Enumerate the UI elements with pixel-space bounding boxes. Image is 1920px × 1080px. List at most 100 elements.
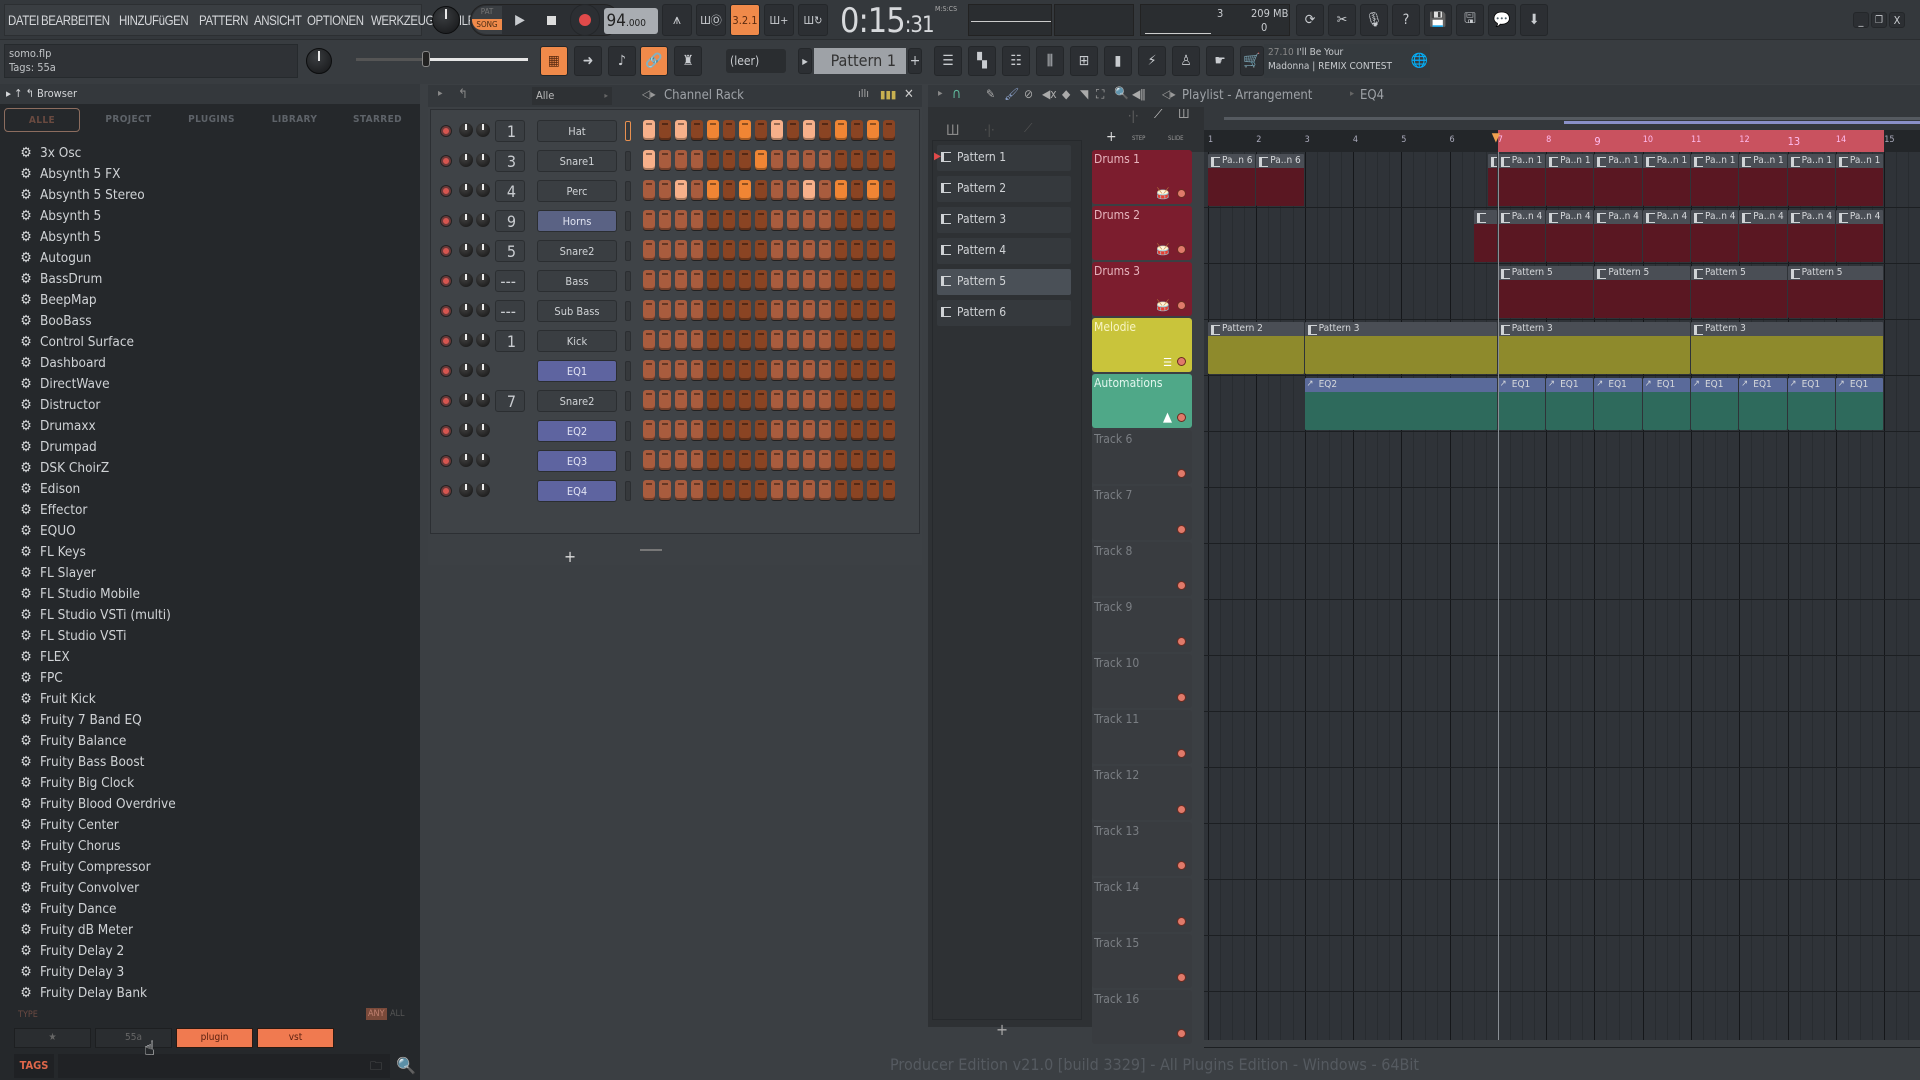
track-mute-button[interactable] — [1177, 413, 1186, 422]
step-button[interactable] — [803, 480, 815, 500]
track-header[interactable]: Track 14 — [1092, 878, 1192, 932]
step-button[interactable] — [739, 180, 751, 200]
pattern-item[interactable]: Pattern 3 — [937, 207, 1071, 233]
step-button[interactable] — [883, 120, 895, 140]
channel-volume-knob[interactable] — [476, 153, 490, 167]
up-arrow-icon[interactable]: ↑ — [14, 87, 22, 100]
step-button[interactable] — [643, 240, 655, 260]
channel-volume-knob[interactable] — [476, 183, 490, 197]
step-button[interactable] — [803, 450, 815, 470]
step-button[interactable] — [803, 390, 815, 410]
step-button[interactable] — [675, 420, 687, 440]
step-button[interactable] — [803, 300, 815, 320]
back-icon[interactable]: ↰ — [26, 87, 37, 100]
playlist-breadcrumb[interactable]: EQ4 — [1360, 88, 1384, 103]
menu-ansicht[interactable]: ANSICHT — [254, 12, 302, 28]
step-button[interactable] — [739, 450, 751, 470]
plugin-item[interactable]: ⚙ FPC — [0, 667, 420, 688]
delete-icon[interactable]: ⊘ — [1024, 87, 1033, 101]
mixer-button[interactable]: ⫼ — [1036, 46, 1064, 76]
step-button[interactable] — [835, 330, 847, 350]
step-button[interactable] — [643, 480, 655, 500]
step-button[interactable] — [691, 480, 703, 500]
step-button[interactable] — [883, 180, 895, 200]
track-header[interactable]: Track 12 — [1092, 766, 1192, 820]
plugin-item[interactable]: ⚙ Fruity Big Clock — [0, 772, 420, 793]
step-button[interactable] — [659, 330, 671, 350]
step-button[interactable] — [771, 300, 783, 320]
plugin-item[interactable]: ⚙ Fruity Chorus — [0, 835, 420, 856]
step-button[interactable] — [707, 240, 719, 260]
step-button[interactable] — [675, 150, 687, 170]
pattern-item[interactable]: Pattern 1 ▶ — [934, 145, 1071, 171]
menu-hinzufügen[interactable]: HINZUFüGEN — [119, 12, 189, 28]
step-button[interactable] — [739, 480, 751, 500]
step-button[interactable] — [675, 360, 687, 380]
channel-mixer-track[interactable]: --- — [495, 300, 525, 322]
step-button[interactable] — [675, 480, 687, 500]
browser-tab-starred[interactable]: STARRED — [336, 108, 419, 132]
step-button[interactable] — [643, 180, 655, 200]
keyboard-icon[interactable]: Ш — [1178, 107, 1190, 121]
step-button[interactable] — [787, 270, 799, 290]
step-button[interactable] — [723, 330, 735, 350]
step-button[interactable] — [755, 150, 767, 170]
master-volume-knob[interactable] — [432, 6, 460, 34]
master-pitch-knob[interactable] — [306, 48, 332, 74]
midi-settings-button[interactable]: ♜ — [674, 46, 702, 76]
track-header[interactable]: Track 16 — [1092, 990, 1192, 1044]
playlist-clip[interactable]: EQ1 — [1594, 378, 1642, 430]
channel-select-indicator[interactable] — [625, 211, 631, 231]
record-button[interactable] — [570, 4, 600, 36]
playhead-marker-icon[interactable]: ▼ — [1492, 130, 1500, 144]
channel-select-indicator[interactable] — [625, 361, 631, 381]
step-button[interactable] — [867, 180, 879, 200]
channel-pan-knob[interactable] — [459, 213, 473, 227]
step-button[interactable] — [723, 210, 735, 230]
channel-volume-knob[interactable] — [476, 333, 490, 347]
loop-record-button[interactable]: Ш↻ — [798, 4, 828, 36]
track-mute-button[interactable] — [1177, 637, 1186, 646]
step-button[interactable] — [835, 240, 847, 260]
plugin-item[interactable]: ⚙ Fruity Convolver — [0, 877, 420, 898]
step-toggle[interactable]: STEP — [1132, 135, 1145, 142]
channel-select-indicator[interactable] — [625, 451, 631, 471]
channel-mixer-track[interactable]: 7 — [495, 390, 525, 412]
news-panel[interactable]: 27.10 I'll Be Your Madonna | REMIX CONTE… — [1264, 44, 1430, 78]
step-button[interactable] — [723, 150, 735, 170]
step-button[interactable] — [691, 300, 703, 320]
step-button[interactable] — [867, 270, 879, 290]
browser-tab-alle[interactable]: ALLE — [4, 108, 80, 132]
step-button[interactable] — [851, 420, 863, 440]
step-button[interactable] — [771, 450, 783, 470]
step-button[interactable] — [835, 120, 847, 140]
step-button[interactable] — [675, 120, 687, 140]
step-button[interactable] — [691, 270, 703, 290]
track-header[interactable]: Track 15 — [1092, 934, 1192, 988]
channel-mute-led[interactable] — [441, 276, 451, 286]
step-button[interactable] — [883, 210, 895, 230]
channel-name-button[interactable]: Snare2 — [537, 390, 617, 412]
select-icon[interactable]: ⛶ — [1096, 87, 1104, 102]
step-button[interactable] — [691, 420, 703, 440]
channel-pan-knob[interactable] — [459, 273, 473, 287]
plugin-item[interactable]: ⚙ FL Slayer — [0, 562, 420, 583]
step-button[interactable] — [675, 180, 687, 200]
plugin-item[interactable]: ⚙ Fruity Compressor — [0, 856, 420, 877]
channel-pan-knob[interactable] — [459, 393, 473, 407]
channel-mute-led[interactable] — [441, 156, 451, 166]
step-button[interactable] — [707, 270, 719, 290]
track-header[interactable]: Track 6 — [1092, 430, 1192, 484]
step-button[interactable] — [723, 120, 735, 140]
step-button[interactable] — [643, 120, 655, 140]
channel-name-button[interactable]: EQ1 — [537, 360, 617, 382]
plugin-item[interactable]: ⚙ Fruit Kick — [0, 688, 420, 709]
playlist-clip[interactable]: Pa..n 4 — [1594, 210, 1642, 262]
channel-mute-led[interactable] — [441, 396, 451, 406]
magnet-icon[interactable]: ∩ — [952, 86, 961, 102]
track-header[interactable]: Track 11 — [1092, 710, 1192, 764]
playlist-clip[interactable]: Pa..n 1 — [1835, 154, 1884, 206]
step-button[interactable] — [835, 210, 847, 230]
step-button[interactable] — [659, 120, 671, 140]
pattern-item[interactable]: Pattern 6 — [937, 300, 1071, 326]
